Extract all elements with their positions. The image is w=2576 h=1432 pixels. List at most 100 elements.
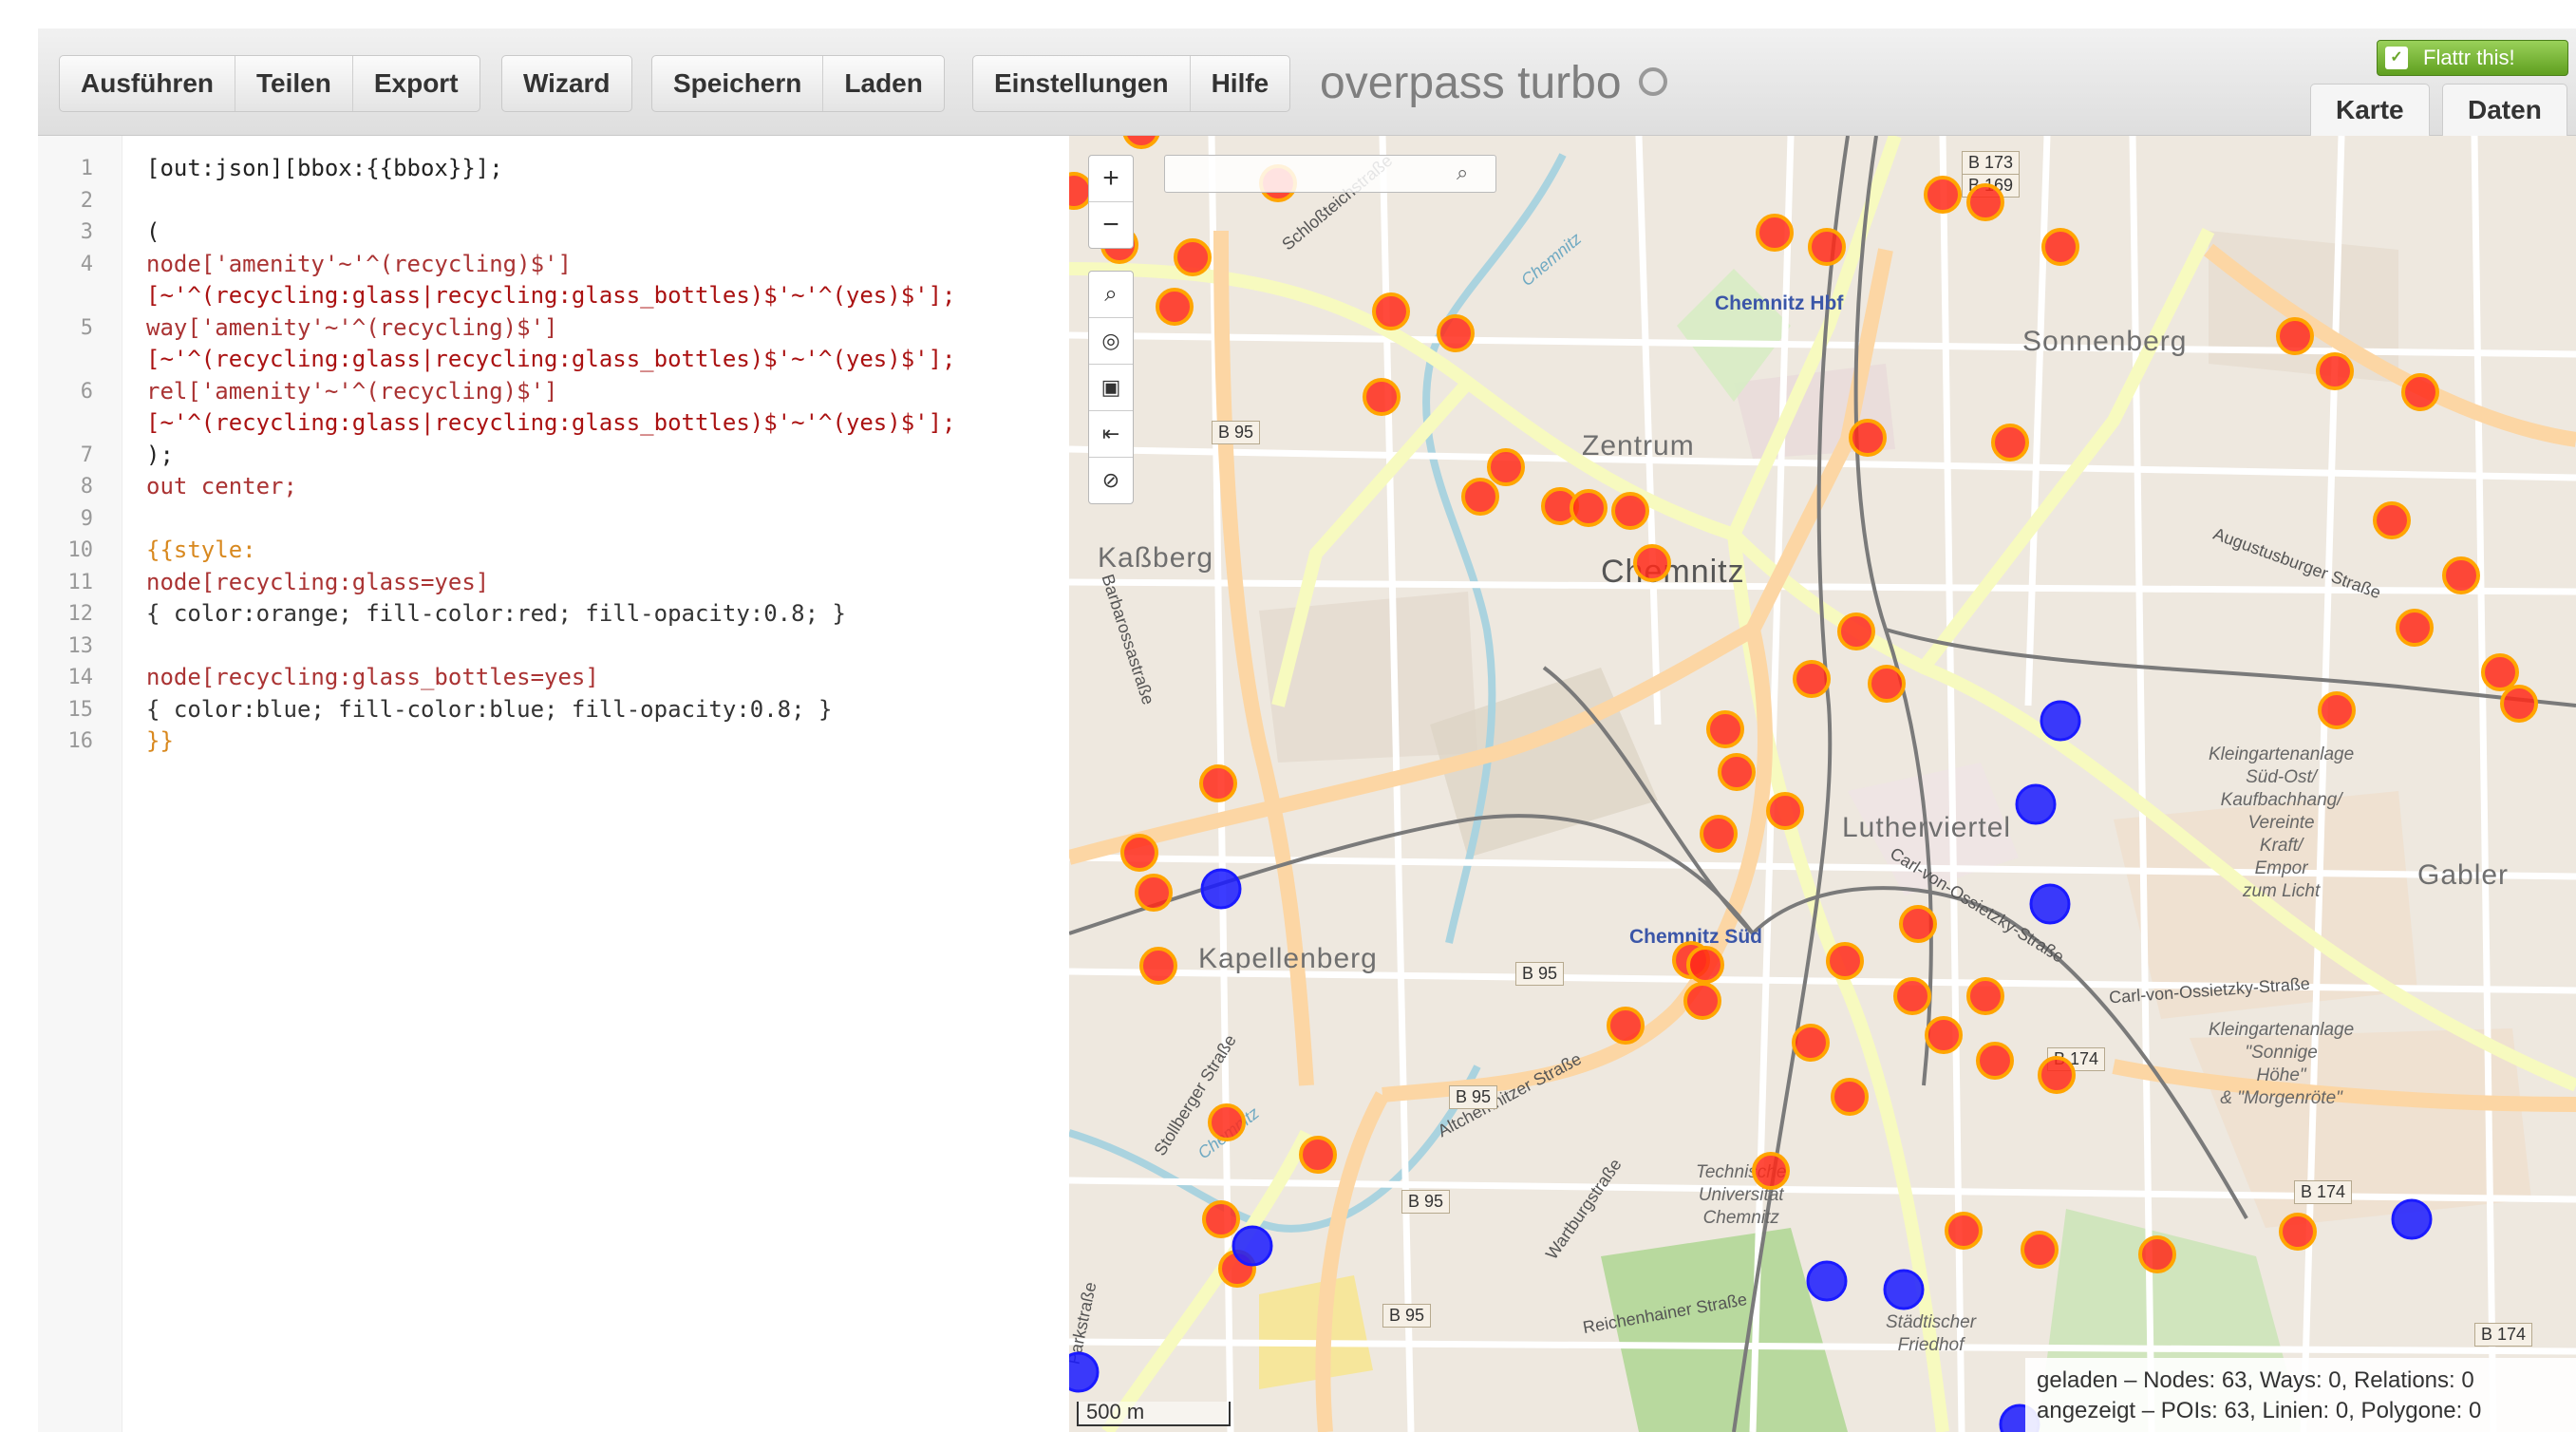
code-line: }}: [146, 727, 174, 754]
recycling-glass-marker[interactable]: [1752, 1152, 1790, 1190]
recycling-glass-marker[interactable]: [1570, 489, 1608, 527]
recycling-glass-marker[interactable]: [2041, 228, 2079, 266]
recycling-glass-marker[interactable]: [2318, 691, 2356, 729]
recycling-glass-marker[interactable]: [1849, 419, 1887, 457]
recycling-glass-marker[interactable]: [2500, 685, 2538, 723]
zoom-control: + −: [1088, 155, 1134, 249]
save-button[interactable]: Speichern: [652, 56, 824, 111]
zoom-in-button[interactable]: +: [1089, 156, 1133, 202]
recycling-glass-marker[interactable]: [1372, 292, 1410, 330]
line-number: 16: [67, 729, 94, 753]
recycling-glass-marker[interactable]: [1202, 1200, 1240, 1238]
recycling-glass-bottles-marker[interactable]: [1200, 868, 1242, 910]
recycling-glass-marker[interactable]: [1899, 905, 1937, 943]
image-icon[interactable]: ▣: [1089, 365, 1133, 411]
overpass-turbo-app: Ausführen Teilen Export Wizard Speichern…: [38, 28, 2576, 1432]
recycling-glass-marker[interactable]: [1831, 1078, 1869, 1116]
recycling-glass-marker[interactable]: [1611, 492, 1649, 530]
tab-map[interactable]: Karte: [2310, 84, 2430, 136]
recycling-glass-marker[interactable]: [1135, 874, 1173, 912]
recycling-glass-marker[interactable]: [1299, 1136, 1337, 1174]
recycling-glass-marker[interactable]: [1156, 288, 1194, 326]
recycling-glass-marker[interactable]: [1700, 815, 1738, 853]
recycling-glass-bottles-marker[interactable]: [2015, 783, 2057, 825]
recycling-glass-marker[interactable]: [1683, 982, 1721, 1020]
recycling-glass-marker[interactable]: [2038, 1056, 2076, 1094]
recycling-glass-marker[interactable]: [2276, 317, 2314, 355]
recycling-glass-marker[interactable]: [1437, 314, 1475, 352]
map-view[interactable]: Zentrum Chemnitz Kaßberg Sonnenberg Luth…: [1069, 136, 2576, 1432]
recycling-glass-marker[interactable]: [1793, 660, 1831, 698]
recycling-glass-marker[interactable]: [1826, 942, 1864, 980]
recycling-glass-marker[interactable]: [1199, 764, 1237, 802]
code-line: out center;: [146, 473, 297, 499]
search-icon[interactable]: ⌕: [1089, 272, 1133, 318]
recycling-glass-marker[interactable]: [1925, 1016, 1963, 1054]
recycling-glass-marker[interactable]: [1868, 665, 1906, 703]
recycling-glass-marker[interactable]: [2138, 1235, 2176, 1273]
recycling-glass-marker[interactable]: [2021, 1231, 2059, 1269]
export-button[interactable]: Export: [353, 56, 479, 111]
zoom-out-button[interactable]: −: [1089, 202, 1133, 248]
recycling-glass-marker[interactable]: [1139, 947, 1177, 985]
recycling-glass-marker[interactable]: [2442, 556, 2480, 594]
recycling-glass-marker[interactable]: [1706, 710, 1744, 748]
recycling-glass-bottles-marker[interactable]: [2029, 883, 2071, 925]
help-button[interactable]: Hilfe: [1191, 56, 1290, 111]
recycling-glass-marker[interactable]: [1174, 238, 1212, 276]
line-number: 12: [67, 602, 94, 626]
recycling-glass-bottles-marker[interactable]: [2040, 700, 2081, 742]
recycling-glass-marker[interactable]: [1808, 228, 1846, 266]
locate-icon[interactable]: ◎: [1089, 318, 1133, 365]
share-button[interactable]: Teilen: [235, 56, 353, 111]
recycling-glass-marker[interactable]: [1120, 834, 1158, 872]
fit-data-icon[interactable]: ⇤: [1089, 411, 1133, 458]
recycling-glass-marker[interactable]: [1718, 753, 1756, 791]
line-number: 2: [80, 188, 93, 213]
flattr-button[interactable]: ✓ Flattr this!: [2377, 40, 2568, 76]
map-search-input[interactable]: [1164, 155, 1496, 193]
recycling-glass-marker[interactable]: [1945, 1212, 1983, 1250]
recycling-glass-marker[interactable]: [1976, 1042, 2014, 1080]
recycling-glass-marker[interactable]: [1607, 1007, 1645, 1045]
recycling-glass-marker[interactable]: [1924, 176, 1962, 214]
recycling-glass-bottles-marker[interactable]: [1069, 1351, 1100, 1393]
recycling-glass-marker[interactable]: [1633, 544, 1671, 582]
recycling-glass-marker[interactable]: [1766, 792, 1804, 830]
recycling-glass-marker[interactable]: [1756, 214, 1794, 252]
recycling-glass-marker[interactable]: [1792, 1024, 1830, 1062]
recycling-glass-marker[interactable]: [1686, 946, 1724, 984]
recycling-glass-marker[interactable]: [1363, 378, 1401, 416]
recycling-glass-marker[interactable]: [1966, 977, 2004, 1015]
map-scale-bar: 500 m: [1077, 1402, 1231, 1426]
recycling-glass-bottles-marker[interactable]: [1883, 1269, 1925, 1310]
recycling-glass-marker[interactable]: [1461, 478, 1499, 516]
recycling-glass-marker[interactable]: [2401, 373, 2439, 411]
recycling-glass-marker[interactable]: [2373, 501, 2411, 539]
recycling-glass-marker[interactable]: [2481, 653, 2519, 691]
run-share-export-group: Ausführen Teilen Export: [59, 55, 480, 112]
recycling-glass-marker[interactable]: [1893, 977, 1931, 1015]
code-line: {{style:: [146, 537, 256, 563]
clear-icon[interactable]: ⊘: [1089, 458, 1133, 503]
map-search-icon[interactable]: ⌕: [1457, 160, 1468, 185]
recycling-glass-marker[interactable]: [1487, 448, 1525, 486]
recycling-glass-marker[interactable]: [1966, 183, 2004, 221]
tab-data[interactable]: Daten: [2442, 84, 2567, 136]
wizard-button[interactable]: Wizard: [502, 56, 631, 111]
line-number: 14: [67, 666, 94, 689]
settings-button[interactable]: Einstellungen: [973, 56, 1191, 111]
load-button[interactable]: Laden: [823, 56, 943, 111]
recycling-glass-marker[interactable]: [2396, 609, 2434, 647]
query-editor[interactable]: 1 2 3 4 5 6 7 8 9 10 11 12 13 14 15 16 [out:json][bbox:…: [38, 136, 1069, 1432]
recycling-glass-marker[interactable]: [2279, 1213, 2317, 1251]
recycling-glass-marker[interactable]: [1122, 136, 1160, 149]
recycling-glass-bottles-marker[interactable]: [2391, 1198, 2433, 1240]
recycling-glass-marker[interactable]: [1991, 424, 2029, 462]
run-button[interactable]: Ausführen: [60, 56, 235, 111]
recycling-glass-marker[interactable]: [2316, 352, 2354, 390]
recycling-glass-bottles-marker[interactable]: [1232, 1225, 1273, 1267]
recycling-glass-marker[interactable]: [1837, 612, 1875, 650]
recycling-glass-bottles-marker[interactable]: [1806, 1260, 1848, 1302]
recycling-glass-marker[interactable]: [1208, 1103, 1246, 1141]
